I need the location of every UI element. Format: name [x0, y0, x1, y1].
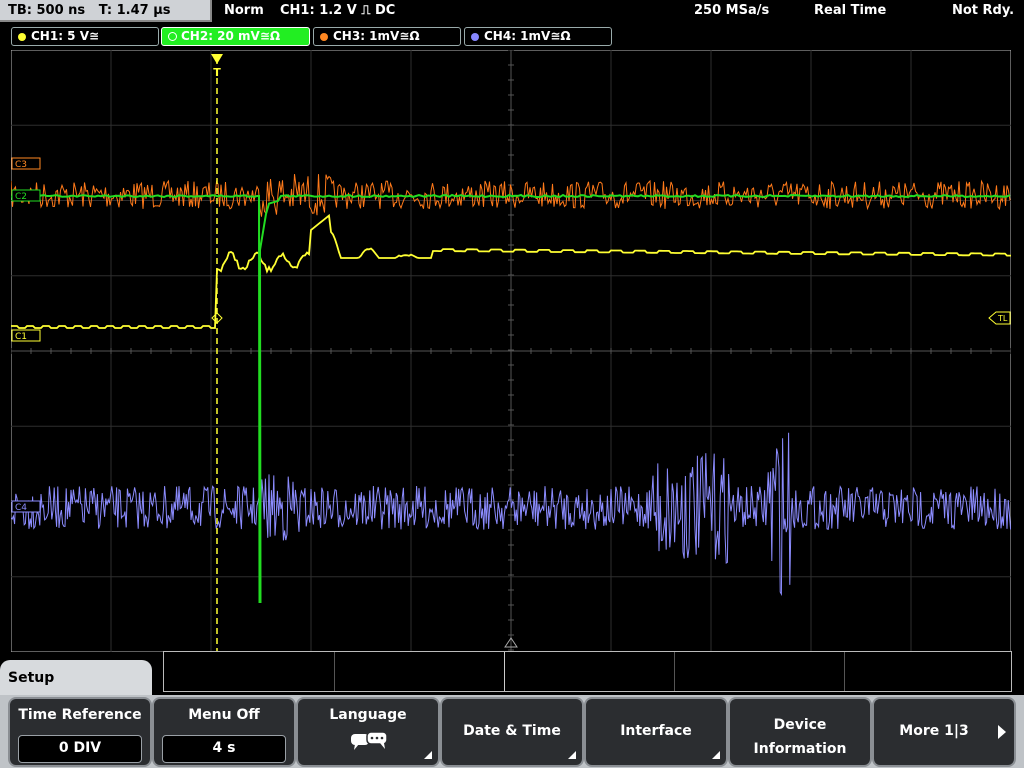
date-time-button[interactable]: Date & Time: [440, 697, 584, 767]
submenu-indicator-icon: [712, 751, 720, 759]
device-info-line2: Information: [753, 741, 847, 757]
ch1-dot-icon: [18, 33, 26, 41]
ch2-marker-text: C2: [15, 192, 27, 202]
time-reference-label: Time Reference: [18, 707, 142, 723]
language-button[interactable]: Language: [296, 697, 440, 767]
language-label: Language: [329, 707, 407, 723]
time-reference-button[interactable]: Time Reference 0 DIV: [8, 697, 152, 767]
ch1-marker-text: C1: [15, 332, 27, 342]
next-page-arrow-icon: [998, 725, 1006, 739]
waveform-display[interactable]: T C3 C2 C1 C4 TL: [11, 50, 1011, 652]
trigger-setting[interactable]: CH1: 1.2 V ⎍ DC: [280, 3, 395, 19]
ch4-dot-icon: [471, 33, 479, 41]
trigger-pos-text: T: [213, 66, 221, 79]
channel-tab-ch2[interactable]: CH2: 20 mV≅Ω: [161, 27, 310, 46]
submenu-indicator-icon: [568, 751, 576, 759]
ch2-label: CH2: 20 mV≅Ω: [181, 29, 281, 43]
device-information-button[interactable]: Device Information: [728, 697, 872, 767]
ch4-label: CH4: 1mV≅Ω: [484, 29, 571, 43]
acquisition-mode: Real Time: [814, 3, 887, 18]
menu-off-label: Menu Off: [188, 707, 260, 723]
menu-off-value: 4 s: [162, 735, 286, 763]
interface-button[interactable]: Interface: [584, 697, 728, 767]
ch4-ground-marker[interactable]: C4: [11, 500, 41, 513]
ch2-ground-marker[interactable]: C2: [11, 189, 41, 202]
trigger-level-text: TL: [997, 314, 1008, 323]
device-info-line1: Device: [773, 717, 827, 733]
ch3-dot-icon: [320, 33, 328, 41]
time-reference-value: 0 DIV: [18, 735, 142, 763]
ch3-marker-text: C3: [15, 160, 27, 170]
ch4-marker-text: C4: [15, 503, 27, 513]
channel-tab-ch4[interactable]: CH4: 1mV≅Ω: [464, 27, 612, 46]
acquisition-status: Not Rdy.: [952, 3, 1015, 18]
menu-off-button[interactable]: Menu Off 4 s: [152, 697, 296, 767]
submenu-indicator-icon: [424, 751, 432, 759]
more-label: More 1|3: [899, 723, 969, 739]
setup-title: Setup: [8, 670, 55, 686]
channel-tab-ch3[interactable]: CH3: 1mV≅Ω: [313, 27, 461, 46]
sample-rate: 250 MSa/s: [694, 3, 770, 18]
trigger-mode[interactable]: Norm: [224, 3, 264, 19]
ch1-ground-marker[interactable]: C1: [11, 329, 41, 342]
interface-label: Interface: [620, 723, 692, 739]
ch1-label: CH1: 5 V≅: [31, 29, 100, 43]
speech-bubble-icon: [351, 731, 388, 750]
zoom-overview-panel: [163, 651, 1012, 692]
setup-menu-title: Setup: [0, 660, 152, 700]
ch3-label: CH3: 1mV≅Ω: [333, 29, 420, 43]
timebase-label: TB: 500 ns: [8, 3, 86, 18]
ch2-dot-icon: [168, 32, 177, 41]
date-time-label: Date & Time: [463, 723, 561, 739]
trigger-time-label: T: 1.47 µs: [98, 3, 171, 18]
ch3-ground-marker[interactable]: C3: [11, 157, 41, 170]
channel-tab-ch1[interactable]: CH1: 5 V≅: [11, 27, 159, 46]
timebase-box[interactable]: TB: 500 ns T: 1.47 µs: [0, 0, 212, 22]
more-button[interactable]: More 1|3: [872, 697, 1016, 767]
